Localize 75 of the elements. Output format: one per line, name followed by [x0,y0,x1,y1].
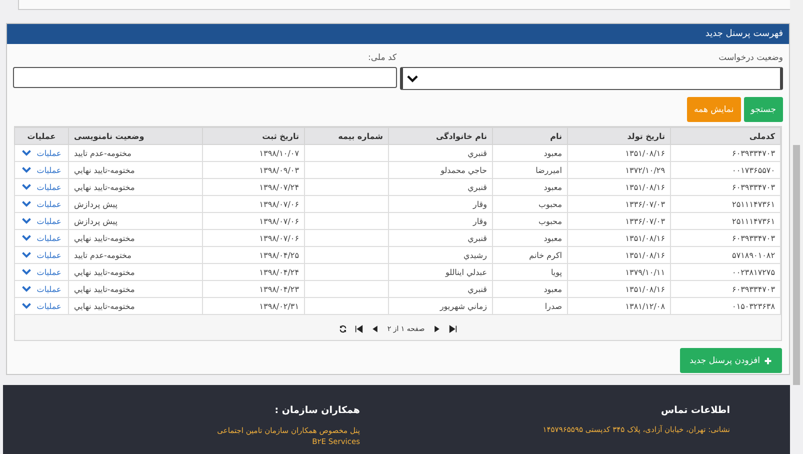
column-header: تاریخ ثبت [202,128,304,144]
column-header: کدملی [670,128,780,144]
table-cell: ۱۳۵۱/۰۸/۱۶ [625,182,665,192]
table-cell: ۶۰۳۹۳۳۴۷۰۳ [732,234,775,242]
table-cell: ۱۳۵۱/۰۸/۱۶ [625,234,665,242]
table-cell: قنبري [468,182,487,192]
footer-heading: همکاران سازمان : [274,405,360,416]
table-cell: ۱۳۹۸/۰۹/۰۳ [259,166,299,174]
table-cell: حاجي محمدلو [440,166,487,174]
table-cell: قنبري [468,284,487,294]
table-cell: معبود [544,234,562,242]
table-cell: رشيدي [464,250,487,260]
table-cell: ۱۳۳۶/۰۷/۰۳ [625,200,665,208]
column-header: شماره بیمه [304,128,388,144]
table-cell: معبود [544,284,562,294]
column-header: وضعیت نامنویسی [68,128,202,144]
table-cell: پيش پردازش [74,216,118,226]
table-cell: مختومه-عدم تاييد [74,148,132,158]
field-label: کد ملی: [368,53,396,65]
table-cell: معبود [544,182,562,192]
table-cell: قنبري [468,148,487,158]
table-cell: ۱۳۹۸/۰۲/۳۱ [259,302,299,310]
column-header: عملیات [14,128,68,144]
table-cell: ۱۳۹۸/۰۴/۲۴ [259,268,299,276]
table-cell: ۱۳۹۸/۰۴/۲۵ [259,250,299,260]
table-cell: ۱۳۹۸/۰۷/۲۴ [259,182,299,192]
column-header: نام خانوادگی [388,128,492,144]
table-cell: مختومه-تاييد نهايي [74,268,135,276]
table-cell: ۱۳۷۹/۱۰/۱۱ [625,268,665,276]
table-cell: مختومه-تاييد نهايي [74,284,135,294]
table-cell: ۱۳۵۱/۰۸/۱۶ [625,250,665,260]
table-cell: مختومه-تاييد نهايي [74,302,135,310]
table-cell: ۱۳۹۸/۱۰/۰۷ [259,148,299,158]
table-cell: ۱۳۵۱/۰۸/۱۶ [625,284,665,294]
table-cell: ۱۳۸۱/۱۲/۰۸ [625,302,665,310]
table-cell: معبود [544,148,562,158]
table-cell: ۰۱۵۰۳۲۳۶۳۸ [732,302,775,310]
table-cell: ۱۳۹۸/۰۷/۰۶ [259,234,299,242]
table-cell: ۲۵۱۱۱۴۷۳۶۱ [732,200,775,208]
field-label: وضعیت درخواست [718,53,783,65]
table-cell: مختومه-تاييد نهايي [74,234,135,242]
table-cell: محبوب [538,216,562,226]
table-cell: زماني شهريور [440,302,487,310]
table-cell: عبدلي ايناللو [445,268,487,276]
table-cell: صدرا [544,302,562,310]
table-cell: قنبري [468,234,487,242]
footer-heading: اطلاعات تماس [660,405,730,416]
action-button[interactable]: جستجو [744,97,783,122]
table-cell: ۱۳۹۸/۰۴/۲۳ [259,284,299,294]
table-cell: ۶۰۳۹۳۳۴۷۰۳ [732,284,775,294]
table-cell: ۱۳۵۱/۰۸/۱۶ [625,148,665,158]
table-cell: وقار [473,200,487,208]
table-cell: ۱۳۹۸/۰۷/۰۶ [259,216,299,226]
table-cell: اميررضا [536,166,562,174]
table-cell: ۲۵۱۱۱۴۷۳۶۱ [732,216,775,226]
column-header: تاریخ تولد [568,128,670,144]
table-cell: ۶۰۳۹۳۳۴۷۰۳ [732,148,775,158]
table-cell: پيش پردازش [74,200,118,208]
add-personnel-button[interactable]: افزودن پرسنل جدید [680,348,782,373]
column-header: نام [492,128,568,144]
table-cell: پويا [550,268,562,276]
table-cell: مختومه-عدم تاييد [74,250,132,260]
table-cell: ۱۳۷۲/۱۰/۲۹ [625,166,665,174]
table-cell: ۱۳۳۶/۰۷/۰۳ [625,216,665,226]
table-cell: ۰۰۲۳۸۱۷۲۷۵ [732,268,775,276]
table-cell: مختومه-تاييد نهايي [74,182,135,192]
table-cell: ۶۰۳۹۳۳۴۷۰۳ [732,182,775,192]
table-cell: ۱۳۹۸/۰۷/۰۶ [259,200,299,208]
table-cell: اكرم خانم [529,250,562,260]
table-cell: وقار [473,216,487,226]
table-cell: ۰۰۱۷۳۶۵۵۷۰ [732,166,775,174]
table-cell: محبوب [538,200,562,208]
table-cell: مختومه-تاييد نهايي [74,166,135,174]
panel-title: فهرست پرسنل جدید [7,24,789,44]
table-cell: ۵۷۱۸۹۰۱۰۸۲ [732,250,775,260]
